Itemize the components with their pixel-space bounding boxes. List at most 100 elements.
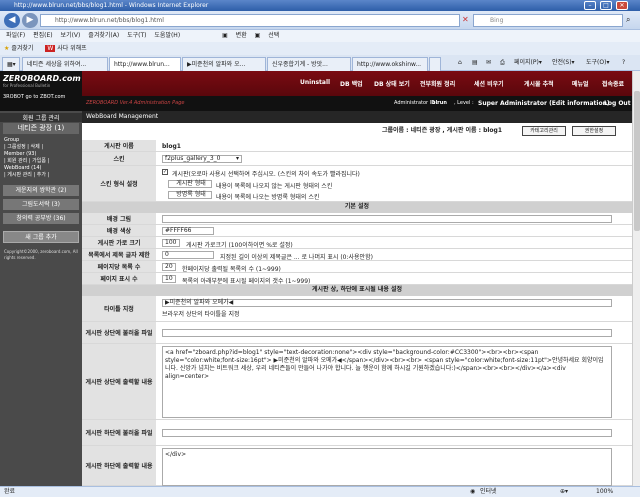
width-label: 게시판 가로 크기: [82, 237, 156, 248]
sidebar-item-group-3[interactable]: 그림도서락 (3): [3, 199, 79, 210]
maximize-icon[interactable]: □: [600, 1, 612, 10]
back-button[interactable]: ◀: [4, 13, 20, 28]
tab-5[interactable]: http://www.okshinw...: [352, 57, 428, 71]
nav-session-clear[interactable]: 세션 비우기: [474, 79, 504, 88]
address-bar[interactable]: http://www.blrun.net/bbs/blog1.html: [40, 14, 460, 27]
permission-button[interactable]: 권한설정: [572, 126, 616, 136]
row-board-name: 게시판 이름 blog1: [82, 140, 632, 152]
board-type-button[interactable]: 게시판 형태: [168, 180, 212, 188]
menu-edit[interactable]: 편집(E): [33, 32, 53, 39]
admin-page-subtitle: ZEROBOARD Ver.4 Administration Page: [86, 100, 185, 106]
member-manage-link[interactable]: | 회원 관리 | 가입폼 |: [4, 158, 49, 165]
stop-icon[interactable]: ✕: [462, 15, 469, 24]
nav-post-track[interactable]: 게시물 추적: [524, 79, 554, 88]
feeds-icon[interactable]: ▤: [472, 57, 478, 69]
sidebar-item-group-4[interactable]: 창의력 공부방 (36): [3, 213, 79, 224]
search-box[interactable]: Bing: [473, 14, 623, 27]
tab-1[interactable]: 네티즌 세상을 위하여...: [22, 57, 108, 71]
menu-file[interactable]: 파일(F): [6, 32, 25, 39]
pages-label: 페이지 표시 수: [82, 273, 156, 284]
tab-label: ▶미준천의 알파와 오...: [187, 61, 246, 68]
sidebar-group-title[interactable]: 네티즌 광장 (1): [3, 123, 79, 134]
skin-style-checkbox-label: 게시판(오로마 사용시 선택하여 주십시오. (스킨의 차이 속도가 빨라집니다…: [172, 171, 360, 178]
footer-file-input[interactable]: [162, 429, 612, 437]
scrollbar-thumb[interactable]: [634, 91, 640, 231]
nav-member-cleanup[interactable]: 전부회원 정리: [420, 79, 455, 88]
sidebar-item-group-2[interactable]: 게운지의 쌍학관 (2): [3, 185, 79, 196]
width-input[interactable]: 100: [162, 239, 180, 247]
header-file-label: 게시판 상단에 불러올 파일: [82, 322, 156, 343]
tab-3[interactable]: ▶미준천의 알파와 오...: [182, 57, 266, 71]
menu-view[interactable]: 보기(V): [61, 32, 81, 39]
bg-image-input[interactable]: [162, 215, 612, 223]
row-skin-style: 스킨 형식 설정 ✓ 게시판(오로마 사용시 선택하여 주십시오. (스킨의 차…: [82, 166, 632, 202]
forward-button[interactable]: ▶: [22, 13, 38, 28]
skin-select[interactable]: f2plus_gallery_3_0 ▾: [162, 155, 242, 163]
favorites-star-icon: ★: [4, 45, 10, 52]
pages-input[interactable]: 10: [162, 275, 176, 283]
admin-id: blrun: [432, 100, 447, 106]
menu-favorites[interactable]: 즐겨찾기(A): [88, 32, 119, 39]
board-manage-link[interactable]: | 게시판 관리 | 추가 |: [4, 172, 49, 179]
navigation-bar: ◀ ▶ http://www.blrun.net/bbs/blog1.html …: [0, 11, 640, 30]
category-manage-button[interactable]: 카테고리관리: [522, 126, 566, 136]
nav-manual[interactable]: 메뉴얼: [572, 79, 589, 88]
tab-list-icon[interactable]: ▦▾: [2, 57, 20, 71]
footer-content-textarea[interactable]: </div>: [162, 448, 612, 486]
logo-title: ZEROBOARD.com: [3, 74, 81, 83]
bg-color-input[interactable]: #FFFF66: [162, 227, 214, 235]
protected-mode-icon[interactable]: ⊕▾: [560, 487, 568, 497]
skin-label: 스킨: [82, 152, 156, 165]
sidebar-header[interactable]: 회원 그룹 관리: [0, 113, 82, 122]
nav-db-backup[interactable]: DB 백업: [340, 79, 363, 88]
add-group-button[interactable]: 새 그룹 추가: [3, 231, 79, 243]
width-desc: 게시판 가로크기 (100이하이면 %로 설정): [186, 242, 293, 249]
skin-style-checkbox[interactable]: ✓: [162, 169, 168, 175]
header-content-textarea[interactable]: <a href="zboard.php?id=blog1" style="tex…: [162, 346, 612, 418]
zeroboard-logo: ZEROBOARD.com for Professional Bulletin …: [0, 71, 82, 111]
tab-4[interactable]: 신우종합기계 - 방앗...: [267, 57, 351, 71]
level-label: , Level :: [454, 100, 474, 106]
select-button[interactable]: ▣ 선택: [255, 32, 280, 39]
title-input[interactable]: ▶미준천의 알파와 오메가◀: [162, 299, 612, 307]
safety-menu[interactable]: 안전(S)▾: [552, 57, 575, 69]
zoom-level[interactable]: 100%: [596, 487, 613, 497]
section-header-footer: 게시판 상, 하단에 표시될 내용 설정: [82, 285, 632, 296]
menu-tools[interactable]: 도구(T): [127, 32, 146, 39]
page-content: ZEROBOARD.com for Professional Bulletin …: [0, 71, 632, 486]
nav-uninstall[interactable]: Uninstall: [300, 79, 330, 86]
zone-text: 인터넷: [480, 488, 497, 495]
header-file-input[interactable]: [162, 329, 612, 337]
pages-desc: 목록의 아래부분에 표시될 페이지의 갯수 (1~999): [182, 278, 311, 285]
vertical-scrollbar[interactable]: [632, 71, 640, 486]
new-tab-button[interactable]: [429, 57, 441, 71]
guestbook-type-desc: 내용이 목록에 나오는 방명록 형태의 스킨: [216, 194, 320, 201]
copyright: Copyright©2000, zeroboard.com, All right…: [4, 249, 78, 260]
guestbook-type-button[interactable]: 방명록 형태: [168, 191, 212, 199]
perpage-label: 페이지당 목록 수: [82, 261, 156, 272]
favorites-label[interactable]: 즐겨찾기: [11, 45, 33, 52]
tools-menu[interactable]: 도구(O)▾: [586, 57, 609, 69]
convert-button[interactable]: ▣ 변환: [222, 32, 247, 39]
cut-input[interactable]: 0: [162, 251, 214, 259]
print-icon[interactable]: ⎙: [500, 57, 505, 69]
favorites-item[interactable]: 사다 위해프: [57, 45, 87, 52]
perpage-input[interactable]: 20: [162, 263, 176, 271]
minimize-icon[interactable]: –: [584, 1, 596, 10]
logout-link[interactable]: Log Out: [604, 96, 631, 111]
close-icon[interactable]: ✕: [616, 1, 628, 10]
group-settings-link[interactable]: | 그룹설정 | 삭제 |: [4, 144, 49, 151]
home-icon[interactable]: ⌂: [458, 57, 462, 69]
mail-icon[interactable]: ✉: [486, 57, 491, 69]
tab-2[interactable]: http://www.blrun...: [109, 57, 181, 71]
nav-db-status[interactable]: DB 상태 보기: [374, 79, 410, 88]
footer-content-label: 게시판 하단에 출력할 내용: [82, 446, 156, 485]
menu-help[interactable]: 도움말(H): [154, 32, 180, 39]
row-footer-file: 게시판 하단에 불러올 파일: [82, 420, 632, 446]
help-icon[interactable]: ?: [622, 57, 625, 69]
admin-level[interactable]: Super Administrator (Edit information): [478, 96, 610, 111]
nav-logout[interactable]: 접속종료: [602, 79, 624, 88]
page-menu[interactable]: 페이지(P)▾: [514, 57, 542, 69]
search-icon[interactable]: ⌕: [626, 15, 630, 25]
title-label: 타이틀 지정: [82, 296, 156, 321]
